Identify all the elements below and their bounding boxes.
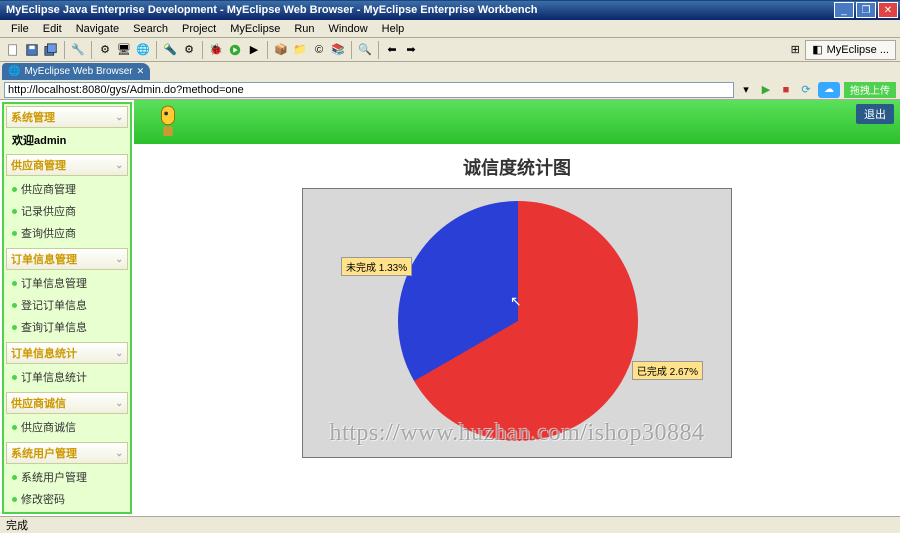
save-all-icon[interactable] [42,41,60,59]
menu-navigate[interactable]: Navigate [69,22,126,36]
window-title: MyEclipse Java Enterprise Development - … [2,4,832,16]
perspective-button[interactable]: ◧ MyEclipse ... [805,40,896,60]
menu-help[interactable]: Help [375,22,412,36]
sidebar: 系统管理⌄ 欢迎admin 供应商管理⌄ 供应商管理 记录供应商 查询供应商 订… [2,102,132,514]
sidebar-group-supplier[interactable]: 供应商管理⌄ [6,154,128,176]
globe-icon: 🌐 [8,66,20,77]
menu-edit[interactable]: Edit [36,22,69,36]
sidebar-item-credibility[interactable]: 供应商诚信 [6,416,128,438]
back-icon[interactable]: ⬅ [383,41,401,59]
dropdown-icon[interactable]: ▾ [738,82,754,98]
menu-window[interactable]: Window [322,22,375,36]
tab-close-icon[interactable]: ✕ [137,66,145,77]
sidebar-item-order-query[interactable]: 查询订单信息 [6,316,128,338]
sidebar-item-order-stat[interactable]: 订单信息统计 [6,366,128,388]
torch-icon[interactable]: 🔦 [161,41,179,59]
tab-browser[interactable]: 🌐 MyEclipse Web Browser ✕ [2,63,150,80]
menu-search[interactable]: Search [126,22,175,36]
deploy-icon[interactable]: ⚙ [96,41,114,59]
package-icon[interactable]: 📦 [272,41,290,59]
welcome-text: 欢迎admin [6,128,128,152]
stop-icon[interactable]: ■ [778,82,794,98]
mascot-icon [154,102,182,140]
new-icon[interactable] [4,41,22,59]
exit-button[interactable]: 退出 [856,104,894,124]
sidebar-item-order-mgmt[interactable]: 订单信息管理 [6,272,128,294]
pie-graphic [398,201,638,441]
menu-file[interactable]: File [4,22,36,36]
browser-icon[interactable]: 🌐 [134,41,152,59]
address-bar: ▾ ▶ ■ ⟳ ☁ 拖拽上传 [0,80,900,100]
lib-icon[interactable]: 📚 [329,41,347,59]
fwd-icon[interactable]: ➡ [402,41,420,59]
refresh-icon[interactable]: ⟳ [798,82,814,98]
chevron-icon: ⌄ [115,160,123,171]
folder-icon[interactable]: 📁 [291,41,309,59]
sidebar-item-change-pwd[interactable]: 修改密码 [6,488,128,510]
sidebar-group-credibility[interactable]: 供应商诚信⌄ [6,392,128,414]
sidebar-item-supplier-record[interactable]: 记录供应商 [6,200,128,222]
slice-label-incomplete: 未完成 1.33% [341,257,412,276]
status-bar: 完成 [0,516,900,533]
save-icon[interactable] [23,41,41,59]
menu-myeclipse[interactable]: MyEclipse [223,22,287,36]
upload-button[interactable]: 拖拽上传 [844,82,896,98]
url-input[interactable] [4,82,734,98]
window-titlebar: MyEclipse Java Enterprise Development - … [0,0,900,20]
run-icon[interactable] [226,41,244,59]
sidebar-item-user-mgmt[interactable]: 系统用户管理 [6,466,128,488]
extrun-icon[interactable]: ▶ [245,41,263,59]
myeclipse-icon: ◧ [812,43,822,56]
debug-icon[interactable]: 🐞 [207,41,225,59]
maximize-button[interactable]: ❐ [856,2,876,18]
tool-icon[interactable]: 🔧 [69,41,87,59]
sidebar-item-supplier-query[interactable]: 查询供应商 [6,222,128,244]
sidebar-group-order[interactable]: 订单信息管理⌄ [6,248,128,270]
menu-project[interactable]: Project [175,22,223,36]
sidebar-group-user[interactable]: 系统用户管理⌄ [6,442,128,464]
chevron-icon: ⌄ [115,254,123,265]
menu-run[interactable]: Run [287,22,321,36]
page-banner: 退出 [134,100,900,144]
sidebar-item-order-record[interactable]: 登记订单信息 [6,294,128,316]
sidebar-item-supplier-mgmt[interactable]: 供应商管理 [6,178,128,200]
chevron-icon: ⌄ [115,398,123,409]
open-perspective-icon[interactable]: ⊞ [786,41,804,59]
gear-icon[interactable]: ⚙ [180,41,198,59]
content-area: 系统管理⌄ 欢迎admin 供应商管理⌄ 供应商管理 记录供应商 查询供应商 订… [0,100,900,516]
sidebar-group-system[interactable]: 系统管理⌄ [6,106,128,128]
go-icon[interactable]: ▶ [758,82,774,98]
search2-icon[interactable]: 🔍 [356,41,374,59]
sidebar-group-order-stat[interactable]: 订单信息统计⌄ [6,342,128,364]
chevron-icon: ⌄ [115,348,123,359]
pie-chart: 未完成 1.33% 已完成 2.67% ↖ [302,188,732,458]
chevron-icon: ⌄ [115,448,123,459]
cloud-icon[interactable]: ☁ [818,82,840,98]
minimize-button[interactable]: _ [834,2,854,18]
status-text: 完成 [6,517,28,533]
server-icon[interactable]: 🖥 [115,41,133,59]
menu-bar: File Edit Navigate Search Project MyEcli… [0,20,900,38]
class-icon[interactable]: © [310,41,328,59]
chart-title: 诚信度统计图 [134,154,900,180]
slice-label-complete: 已完成 2.67% [632,361,703,380]
editor-tabstrip: 🌐 MyEclipse Web Browser ✕ [0,62,900,80]
main-page: 退出 诚信度统计图 未完成 1.33% 已完成 2.67% ↖ https://… [134,100,900,516]
chevron-icon: ⌄ [115,112,123,123]
toolbar: 🔧 ⚙ 🖥 🌐 🔦 ⚙ 🐞 ▶ 📦 📁 © 📚 🔍 ⬅ ➡ ⊞ ◧ MyEcli… [0,38,900,62]
close-button[interactable]: ✕ [878,2,898,18]
